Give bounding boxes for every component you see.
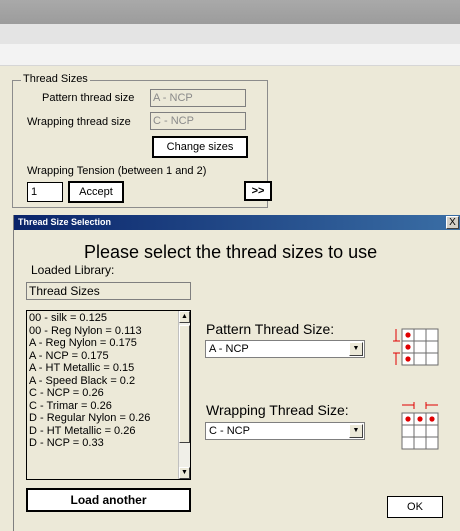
close-icon[interactable]: X: [446, 216, 459, 229]
toolbar-band: [0, 44, 460, 66]
list-item[interactable]: A - HT Metallic = 0.15: [29, 362, 188, 375]
ok-button[interactable]: OK: [387, 496, 443, 518]
loaded-library-label: Loaded Library:: [31, 263, 115, 277]
list-item[interactable]: C - Trimar = 0.26: [29, 400, 188, 413]
menu-band: [0, 24, 460, 44]
pattern-thread-size-label: Pattern thread size: [42, 92, 135, 104]
list-item[interactable]: A - Reg Nylon = 0.175: [29, 337, 188, 350]
list-scrollbar[interactable]: ▲ ▼: [178, 311, 190, 479]
thread-size-selection-dialog: Thread Size Selection X Please select th…: [13, 215, 460, 531]
list-item[interactable]: D - HT Metallic = 0.26: [29, 425, 188, 438]
list-item[interactable]: 00 - silk = 0.125: [29, 312, 188, 325]
thread-size-list-items: 00 - silk = 0.125 00 - Reg Nylon = 0.113 A…: [27, 311, 190, 451]
pattern-thread-grid-icon: [393, 328, 439, 366]
next-button[interactable]: >>: [244, 181, 272, 201]
dialog-title: Thread Size Selection: [18, 217, 112, 227]
scroll-down-arrow-icon[interactable]: ▼: [179, 467, 190, 479]
wrapping-tension-label: Wrapping Tension (between 1 and 2): [27, 165, 207, 177]
wrapping-thread-size-field: C - NCP: [150, 112, 246, 130]
pattern-thread-size-select-value: A - NCP: [209, 343, 249, 355]
wrapping-thread-size-select-value: C - NCP: [209, 425, 250, 437]
scroll-thumb[interactable]: [179, 325, 190, 443]
list-item[interactable]: 00 - Reg Nylon = 0.113: [29, 325, 188, 338]
list-item[interactable]: C - NCP = 0.26: [29, 387, 188, 400]
list-item[interactable]: A - Speed Black = 0.2: [29, 375, 188, 388]
wrapping-tension-input[interactable]: [27, 182, 63, 202]
scroll-up-arrow-icon[interactable]: ▲: [179, 311, 190, 323]
wrapping-thread-size-select[interactable]: C - NCP ▼: [205, 422, 365, 440]
thread-sizes-legend: Thread Sizes: [21, 73, 90, 85]
pattern-thread-size-field: A - NCP: [150, 89, 246, 107]
change-sizes-button[interactable]: Change sizes: [152, 136, 248, 158]
dialog-heading: Please select the thread sizes to use: [84, 242, 378, 262]
pattern-thread-size-select-label: Pattern Thread Size:: [206, 321, 335, 337]
accept-button[interactable]: Accept: [68, 181, 124, 203]
wrapping-thread-size-label: Wrapping thread size: [27, 116, 131, 128]
dialog-title-bar: Thread Size Selection X: [14, 215, 460, 230]
chevron-down-icon[interactable]: ▼: [349, 342, 363, 356]
wrapping-thread-grid-icon: [401, 402, 439, 450]
window-title-bar: [0, 0, 460, 24]
thread-size-list[interactable]: 00 - silk = 0.125 00 - Reg Nylon = 0.113 A…: [26, 310, 191, 480]
list-item[interactable]: D - Regular Nylon = 0.26: [29, 412, 188, 425]
list-item[interactable]: A - NCP = 0.175: [29, 350, 188, 363]
chevron-down-icon[interactable]: ▼: [349, 424, 363, 438]
load-another-button[interactable]: Load another: [26, 488, 191, 512]
pattern-thread-size-select[interactable]: A - NCP ▼: [205, 340, 365, 358]
loaded-library-field: Thread Sizes: [26, 282, 191, 300]
list-item[interactable]: D - NCP = 0.33: [29, 437, 188, 450]
wrapping-thread-size-select-label: Wrapping Thread Size:: [206, 402, 349, 418]
